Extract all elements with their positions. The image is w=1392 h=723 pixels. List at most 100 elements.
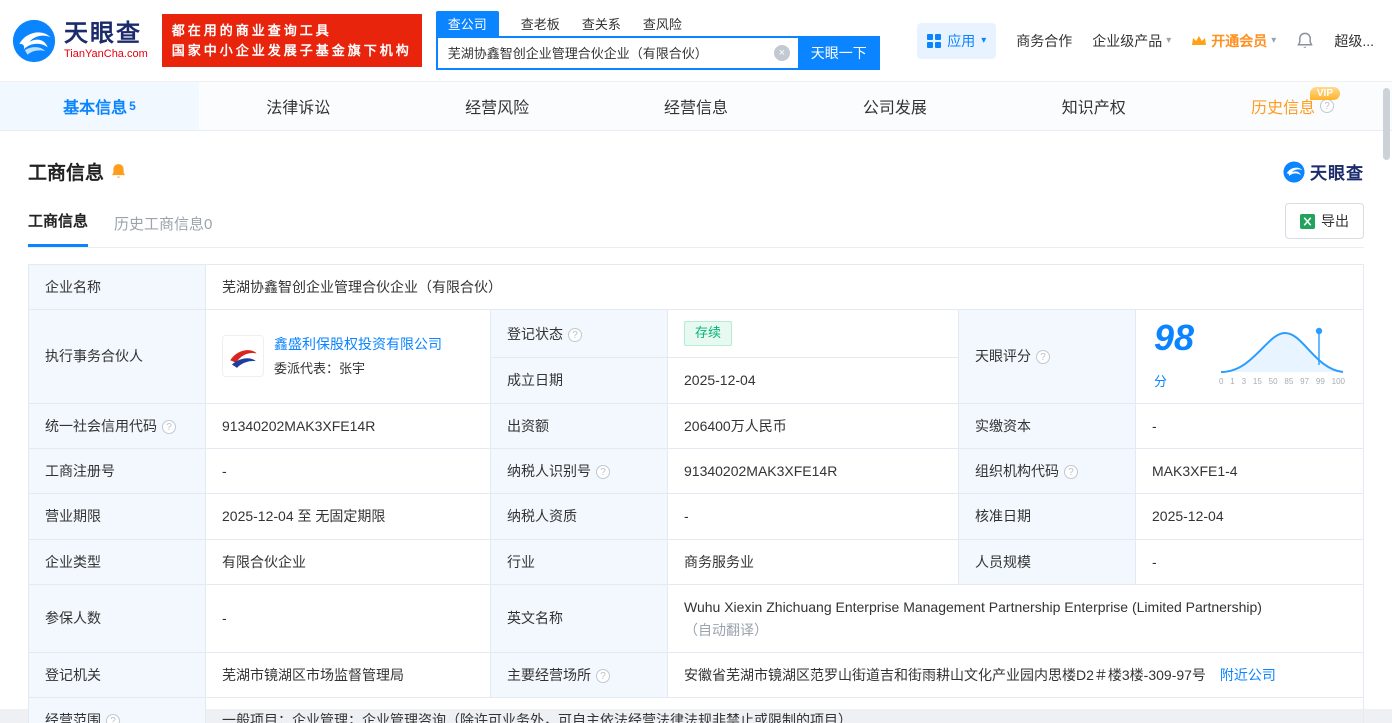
help-icon[interactable]: ?: [596, 464, 610, 479]
company-tabbar: 基本信息 5 法律诉讼 经营风险 经营信息 公司发展 知识产权 VIP 历史信息…: [0, 82, 1392, 131]
business-scope-label: 经营范围?: [28, 697, 206, 723]
tab-company-development[interactable]: 公司发展: [795, 82, 994, 130]
credit-code-label: 统一社会信用代码?: [28, 402, 206, 449]
table-row: 工商注册号 - 纳税人识别号? 91340202MAK3XFE14R 组织机构代…: [28, 447, 1364, 495]
help-icon[interactable]: ?: [1064, 464, 1078, 479]
score-number: 98: [1154, 317, 1195, 359]
subtab-row: 工商信息 历史工商信息0 导出: [28, 203, 1364, 248]
capital-value: 206400万人民币: [667, 402, 959, 449]
notification-bell-icon[interactable]: [1296, 32, 1314, 50]
tianyancha-mini-icon: [1283, 160, 1305, 183]
enterprise-label: 企业级产品: [1092, 32, 1163, 49]
help-icon[interactable]: ?: [1320, 99, 1335, 113]
help-icon[interactable]: ?: [568, 327, 582, 342]
reg-authority-label: 登记机关: [28, 651, 206, 699]
tab-history-label: 历史信息: [1251, 100, 1316, 117]
staff-size-value: -: [1135, 538, 1364, 586]
clear-search-icon[interactable]: ×: [773, 44, 790, 61]
org-code-value: MAK3XFE1-4: [1135, 447, 1364, 495]
tianyancha-company-page: 天眼查 TianYanCha.com 都在用的商业查询工具 国家中小企业发展子基…: [0, 0, 1392, 723]
table-row: 登记机关 芜湖市镜湖区市场监督管理局 主要经营场所? 安徽省芜湖市镜湖区范罗山街…: [28, 651, 1364, 699]
export-button[interactable]: 导出: [1285, 203, 1364, 239]
chevron-down-icon: ▾: [1166, 35, 1172, 46]
industry-label: 行业: [490, 538, 668, 586]
search-button[interactable]: 天眼一下: [797, 35, 880, 70]
org-code-label-text: 组织机构代码: [975, 462, 1059, 479]
tab-basic-count: 5: [129, 99, 136, 113]
partner-company-logo[interactable]: [222, 335, 264, 378]
watermark-brand-text: 天眼查: [1310, 164, 1364, 183]
taxpayer-id-label-text: 纳税人识别号: [507, 462, 591, 479]
tab-operating-risk[interactable]: 经营风险: [398, 82, 597, 130]
search-tab-relation[interactable]: 查关系: [582, 11, 621, 36]
nearby-companies-link[interactable]: 附近公司: [1220, 667, 1276, 683]
search-tab-boss[interactable]: 查老板: [521, 11, 560, 36]
business-place-label: 主要经营场所?: [490, 651, 668, 699]
section-title: 工商信息: [28, 163, 105, 184]
score-distribution-chart: 0 1 3 15 50 85 97 99 100: [1219, 325, 1345, 389]
tab-legal[interactable]: 法律诉讼: [199, 82, 398, 130]
subtab-business-info[interactable]: 工商信息: [28, 210, 89, 247]
promo-badge: 都在用的商业查询工具 国家中小企业发展子基金旗下机构: [161, 14, 422, 67]
alert-bell-icon[interactable]: [110, 163, 127, 180]
help-icon[interactable]: ?: [106, 714, 120, 723]
insured-count-label: 参保人数: [28, 584, 206, 653]
table-row: 企业名称 芜湖协鑫智创企业管理合伙企业（有限合伙）: [28, 263, 1364, 311]
company-name-value: 芜湖协鑫智创企业管理合伙企业（有限合伙）: [205, 263, 1364, 311]
business-place-value: 安徽省芜湖市镜湖区范罗山街道吉和街雨耕山文化产业园内思楼D2＃楼3楼-309-9…: [684, 666, 1206, 683]
tab-intellectual-property[interactable]: 知识产权: [994, 82, 1193, 130]
table-row: 参保人数 - 英文名称 Wuhu Xiexin Zhichuang Enterp…: [28, 584, 1364, 653]
table-row: 经营范围? 一般项目：企业管理；企业管理咨询（除许可业务外，可自主依法经营法律法…: [28, 697, 1364, 723]
top-header: 天眼查 TianYanCha.com 都在用的商业查询工具 国家中小企业发展子基…: [0, 0, 1392, 82]
help-icon[interactable]: ?: [1036, 350, 1050, 365]
crown-icon: [1192, 35, 1207, 45]
table-row: 统一社会信用代码? 91340202MAK3XFE14R 出资额 206400万…: [28, 402, 1364, 449]
tab-history-info[interactable]: VIP 历史信息 ?: [1193, 82, 1392, 130]
est-date-value: 2025-12-04: [667, 357, 959, 404]
paid-capital-value: -: [1135, 402, 1364, 449]
help-icon[interactable]: ?: [596, 668, 610, 683]
chevron-down-icon: ▾: [981, 35, 987, 46]
open-vip-link[interactable]: 开通会员 ▾: [1191, 31, 1276, 51]
reg-status-label-text: 登记状态: [507, 325, 563, 342]
search-tab-risk[interactable]: 查风险: [643, 11, 682, 36]
nav-cooperation[interactable]: 商务合作: [1016, 31, 1072, 51]
score-axis-labels: 0 1 3 15 50 85 97 99 100: [1219, 376, 1345, 386]
help-icon[interactable]: ?: [162, 419, 176, 434]
table-row: 营业期限 2025-12-04 至 无固定期限 纳税人资质 - 核准日期 202…: [28, 493, 1364, 540]
business-info-table: 企业名称 芜湖协鑫智创企业管理合伙企业（有限合伙） 执行事务合伙人 鑫盛利保股权…: [28, 263, 1364, 723]
paid-capital-label: 实缴资本: [958, 402, 1136, 449]
tab-basic-info[interactable]: 基本信息 5: [0, 82, 199, 130]
subtab-history-business-info[interactable]: 历史工商信息0: [114, 213, 212, 247]
taxpayer-id-value: 91340202MAK3XFE14R: [667, 447, 959, 495]
tianyancha-logo[interactable]: 天眼查 TianYanCha.com: [12, 19, 148, 63]
nav-enterprise-products[interactable]: 企业级产品 ▾: [1092, 31, 1171, 51]
search-row: × 天眼一下: [435, 35, 880, 70]
tab-basic-label: 基本信息: [63, 100, 128, 117]
vertical-scrollbar-thumb[interactable]: [1383, 88, 1390, 160]
score-unit: 分: [1154, 374, 1168, 390]
header-nav: 应用 ▾ 商务合作 企业级产品 ▾ 开通会员 ▾ 超级...: [917, 22, 1382, 59]
vip-label: 开通会员: [1211, 32, 1268, 49]
tianyancha-logo-icon: [12, 19, 56, 62]
search-input[interactable]: [435, 35, 798, 70]
apps-menu[interactable]: 应用 ▾: [917, 22, 997, 59]
main-content: 工商信息 天眼查 工商信息 历史工商信息0 导出 企业名称 芜湖协鑫智创企业管理…: [0, 158, 1392, 723]
approval-date-label: 核准日期: [958, 493, 1136, 540]
reg-number-label: 工商注册号: [28, 447, 206, 495]
partner-company-link[interactable]: 鑫盛利保股权投资有限公司: [274, 333, 442, 355]
company-name-label: 企业名称: [28, 263, 206, 311]
score-label: 天眼评分?: [958, 309, 1136, 404]
score-label-text: 天眼评分: [975, 348, 1031, 365]
tab-operating-info[interactable]: 经营信息: [597, 82, 796, 130]
search-tab-company[interactable]: 查公司: [435, 10, 499, 36]
business-term-value: 2025-12-04 至 无固定期限: [205, 493, 491, 540]
staff-size-label: 人员规模: [958, 538, 1136, 586]
score-cell: 98 分 0 1 3 15 50 85 97 99 100: [1135, 309, 1364, 404]
credit-code-value: 91340202MAK3XFE14R: [205, 402, 491, 449]
capital-label: 出资额: [490, 402, 668, 449]
score-value: 98 分: [1154, 320, 1205, 392]
chevron-down-icon: ▾: [1271, 35, 1277, 46]
vip-badge: VIP: [1309, 87, 1341, 100]
nav-super-vip[interactable]: 超级...: [1334, 31, 1374, 51]
